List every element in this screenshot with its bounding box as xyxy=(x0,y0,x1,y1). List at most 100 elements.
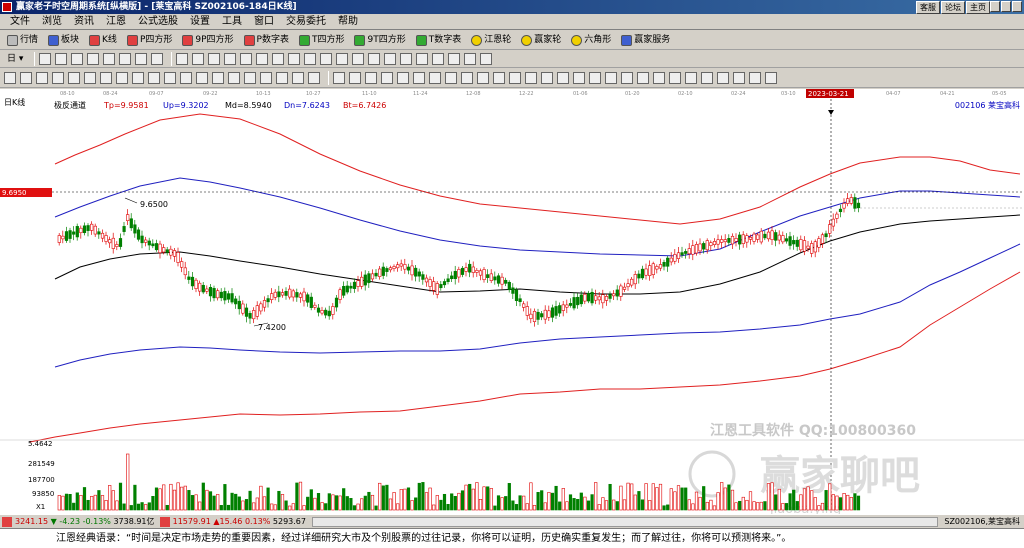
tool-icon[interactable] xyxy=(589,71,601,84)
menu-tools[interactable]: 工具 xyxy=(216,15,248,29)
tool-icon[interactable] xyxy=(71,52,84,65)
tool-icon[interactable] xyxy=(557,71,569,84)
tool-icon[interactable] xyxy=(749,71,761,84)
tool-icon[interactable] xyxy=(320,52,333,65)
maximize-icon[interactable] xyxy=(1001,1,1011,12)
tool-icon[interactable] xyxy=(87,52,100,65)
tool-icon[interactable] xyxy=(304,52,317,65)
service-link[interactable]: 客服 xyxy=(916,1,940,14)
horizontal-scrollbar[interactable] xyxy=(312,516,939,527)
tool-icon[interactable] xyxy=(260,71,272,84)
menu-help[interactable]: 帮助 xyxy=(332,15,364,29)
tool-icon[interactable] xyxy=(701,71,713,84)
tool-icon[interactable] xyxy=(192,52,205,65)
tool-icon[interactable] xyxy=(461,71,473,84)
tool-icon[interactable] xyxy=(272,52,285,65)
tool-icon[interactable] xyxy=(100,71,112,84)
tool-icon[interactable] xyxy=(228,71,240,84)
sector-button[interactable]: 板块 xyxy=(45,33,82,47)
tool-icon[interactable] xyxy=(480,52,493,65)
tool-icon[interactable] xyxy=(685,71,697,84)
tool-icon[interactable] xyxy=(509,71,521,84)
tool-icon[interactable] xyxy=(212,71,224,84)
tool-icon[interactable] xyxy=(333,71,345,84)
tool-icon[interactable] xyxy=(765,71,777,84)
period-day-dropdown[interactable]: 日 ▾ xyxy=(4,52,26,66)
tool-icon[interactable] xyxy=(135,52,148,65)
winner-service-button[interactable]: 赢家服务 xyxy=(618,33,673,47)
tool-icon[interactable] xyxy=(151,52,164,65)
minimize-icon[interactable] xyxy=(990,1,1000,12)
tool-icon[interactable] xyxy=(116,71,128,84)
winner-wheel-button[interactable]: 赢家轮 xyxy=(518,33,564,47)
tool-icon[interactable] xyxy=(336,52,349,65)
tool-icon[interactable] xyxy=(119,52,132,65)
menu-formula[interactable]: 公式选股 xyxy=(132,15,184,29)
tool-icon[interactable] xyxy=(445,71,457,84)
tool-icon[interactable] xyxy=(653,71,665,84)
tool-icon[interactable] xyxy=(148,71,160,84)
square-t-button[interactable]: T四方形 xyxy=(296,33,348,47)
square-9p-button[interactable]: 9P四方形 xyxy=(179,33,236,47)
square-9t-button[interactable]: 9T四方形 xyxy=(351,33,408,47)
tool-icon[interactable] xyxy=(621,71,633,84)
menu-trade[interactable]: 交易委托 xyxy=(280,15,332,29)
close-icon[interactable] xyxy=(1012,1,1022,12)
menu-browse[interactable]: 浏览 xyxy=(36,15,68,29)
tool-icon[interactable] xyxy=(448,52,461,65)
tool-icon[interactable] xyxy=(733,71,745,84)
tool-icon[interactable] xyxy=(573,71,585,84)
menu-gann[interactable]: 江恩 xyxy=(100,15,132,29)
kline-chart-area[interactable]: 08-10 08-24 09-07 09-22 10-13 10-27 11-1… xyxy=(0,89,1024,517)
tool-icon[interactable] xyxy=(477,71,489,84)
menu-window[interactable]: 窗口 xyxy=(248,15,280,29)
gann-wheel-button[interactable]: 江恩轮 xyxy=(468,33,514,47)
tool-icon[interactable] xyxy=(132,71,144,84)
tool-icon[interactable] xyxy=(84,71,96,84)
tool-icon[interactable] xyxy=(240,52,253,65)
tool-icon[interactable] xyxy=(52,71,64,84)
tool-icon[interactable] xyxy=(164,71,176,84)
tool-icon[interactable] xyxy=(20,71,32,84)
tool-icon[interactable] xyxy=(208,52,221,65)
tool-icon[interactable] xyxy=(413,71,425,84)
hexagon-button[interactable]: 六角形 xyxy=(568,33,614,47)
tool-icon[interactable] xyxy=(397,71,409,84)
tool-icon[interactable] xyxy=(368,52,381,65)
tool-icon[interactable] xyxy=(352,52,365,65)
tool-icon[interactable] xyxy=(384,52,397,65)
tool-icon[interactable] xyxy=(288,52,301,65)
tool-icon[interactable] xyxy=(36,71,48,84)
tool-icon[interactable] xyxy=(493,71,505,84)
square-p-button[interactable]: P四方形 xyxy=(124,33,175,47)
tool-icon[interactable] xyxy=(717,71,729,84)
forum-link[interactable]: 论坛 xyxy=(941,1,965,14)
menu-settings[interactable]: 设置 xyxy=(184,15,216,29)
tool-icon[interactable] xyxy=(68,71,80,84)
tool-icon[interactable] xyxy=(349,71,361,84)
tool-icon[interactable] xyxy=(400,52,413,65)
homepage-link[interactable]: 主页 xyxy=(966,1,990,14)
tool-icon[interactable] xyxy=(365,71,377,84)
tool-icon[interactable] xyxy=(224,52,237,65)
tool-icon[interactable] xyxy=(4,71,16,84)
kline-button[interactable]: K线 xyxy=(86,33,120,47)
table-t-button[interactable]: T数字表 xyxy=(413,33,465,47)
tool-icon[interactable] xyxy=(429,71,441,84)
tool-icon[interactable] xyxy=(256,52,269,65)
tool-icon[interactable] xyxy=(39,52,52,65)
menu-file[interactable]: 文件 xyxy=(4,15,36,29)
tool-icon[interactable] xyxy=(244,71,256,84)
tool-icon[interactable] xyxy=(637,71,649,84)
tool-icon[interactable] xyxy=(669,71,681,84)
tool-icon[interactable] xyxy=(605,71,617,84)
tool-icon[interactable] xyxy=(541,71,553,84)
tool-icon[interactable] xyxy=(55,52,68,65)
tool-icon[interactable] xyxy=(103,52,116,65)
kline-chart[interactable]: 08-10 08-24 09-07 09-22 10-13 10-27 11-1… xyxy=(0,89,1024,517)
tool-icon[interactable] xyxy=(432,52,445,65)
tool-icon[interactable] xyxy=(176,52,189,65)
tool-icon[interactable] xyxy=(381,71,393,84)
tool-icon[interactable] xyxy=(464,52,477,65)
table-p-button[interactable]: P数字表 xyxy=(241,33,292,47)
